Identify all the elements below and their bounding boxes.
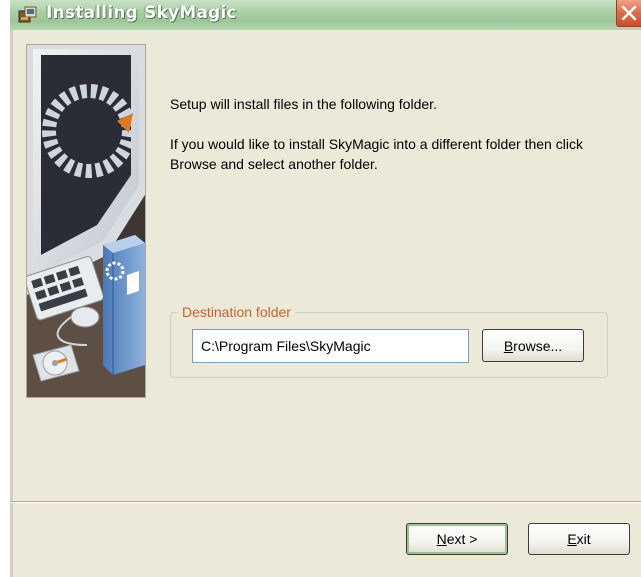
next-button[interactable]: Next > xyxy=(406,523,508,555)
title-bar[interactable]: Installing SkyMagic xyxy=(10,0,641,30)
installer-illustration xyxy=(26,44,146,398)
next-button-label: ext > xyxy=(446,531,478,547)
intro-text: Setup will install files in the followin… xyxy=(170,96,437,112)
footer-divider xyxy=(10,501,641,503)
installer-icon xyxy=(18,5,38,25)
browse-button-accelerator: B xyxy=(503,337,514,354)
installer-window: Installing SkyMagic Setup will install f… xyxy=(10,0,641,577)
browse-button[interactable]: Browse... xyxy=(482,329,584,362)
exit-button-accelerator: E xyxy=(567,531,577,547)
window-title: Installing SkyMagic xyxy=(46,3,237,23)
exit-button[interactable]: Exit xyxy=(528,523,630,555)
close-button[interactable] xyxy=(616,0,641,27)
window-edge xyxy=(10,30,13,577)
destination-path-input[interactable] xyxy=(192,329,469,363)
instructions-text: If you would like to install SkyMagic in… xyxy=(170,136,583,172)
close-icon xyxy=(621,5,637,21)
next-button-accelerator: N xyxy=(436,531,447,547)
browse-button-label: rowse... xyxy=(513,337,563,354)
destination-group-label: Destination folder xyxy=(178,303,295,321)
exit-button-label: xit xyxy=(576,531,591,547)
